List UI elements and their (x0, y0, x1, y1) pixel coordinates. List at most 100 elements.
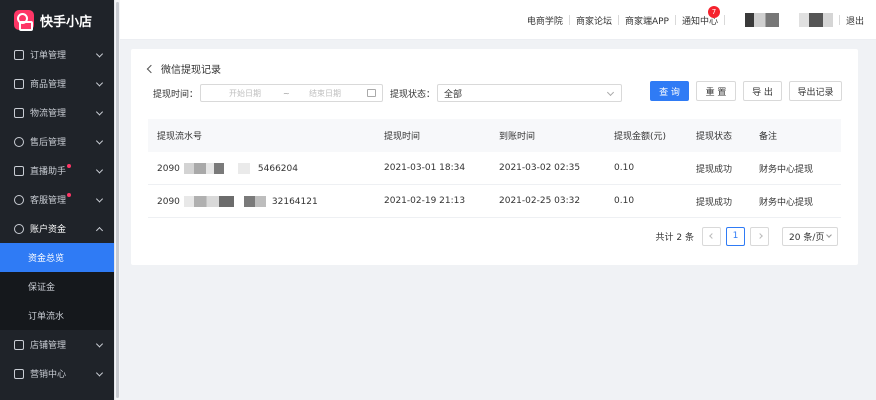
withdraw-time-cell: 2021-03-01 18:34 (384, 163, 466, 173)
next-page-button[interactable] (750, 226, 769, 246)
sidebar: 快手小店 订单管理 商品管理 物流管理 售后管理 直播助手 客服管理 账户资金 (0, 0, 114, 400)
back-arrow-icon[interactable] (146, 64, 156, 73)
product-icon (14, 78, 24, 89)
order-icon (14, 49, 24, 60)
sidebar-item-label: 营销中心 (30, 370, 67, 380)
column-header: 提现时间 (384, 132, 421, 142)
redacted-serial (237, 162, 250, 174)
export-records-button[interactable]: 导出记录 (789, 81, 842, 101)
end-date-input[interactable]: 结束日期 (309, 88, 341, 99)
status-cell: 提现成功 (696, 164, 733, 175)
new-dot-badge (67, 192, 72, 197)
new-dot-badge (67, 163, 72, 168)
yen-icon (14, 223, 24, 234)
page-number-button[interactable]: 1 (726, 226, 745, 246)
serial-prefix: 2090 (157, 196, 180, 207)
app-logo[interactable]: 快手小店 (0, 0, 114, 40)
chevron-down-icon (95, 78, 104, 87)
sidebar-item-after-sales[interactable]: 售后管理 (0, 127, 114, 156)
sidebar-item-live-assistant[interactable]: 直播助手 (0, 156, 114, 185)
sidebar-item-products[interactable]: 商品管理 (0, 69, 114, 98)
sidebar-item-label: 订单管理 (30, 51, 67, 61)
withdrawal-records-card: 微信提现记录 提现时间： 开始日期 ~ 结束日期 提现状态： 全部 查 询 重 … (131, 49, 858, 265)
sidebar-item-deposit[interactable]: 保证金 (0, 272, 114, 301)
sidebar-item-label: 直播助手 (30, 167, 67, 177)
column-header: 到账时间 (499, 132, 536, 142)
link-merchant-app[interactable]: 商家端APP (625, 14, 669, 27)
link-notifications[interactable]: 通知中心 7 (681, 5, 720, 27)
sidebar-item-marketing[interactable]: 营销中心 (0, 359, 114, 388)
sidebar-item-orders[interactable]: 订单管理 (0, 40, 114, 69)
arrival-time-cell: 2021-03-02 02:35 (499, 163, 581, 173)
redacted-avatar[interactable] (744, 13, 779, 27)
page-title: 微信提现记录 (146, 61, 221, 76)
sidebar-scrollbar[interactable] (114, 0, 120, 400)
note-cell: 财务中心提现 (759, 197, 814, 208)
sidebar-item-label: 账户资金 (30, 225, 67, 235)
prev-page-button[interactable] (702, 226, 721, 246)
sidebar-item-label: 商品管理 (30, 80, 67, 90)
chevron-down-icon (606, 88, 615, 97)
date-range-picker[interactable]: 开始日期 ~ 结束日期 (200, 84, 384, 102)
serial-cell: 2090 5466204 (148, 162, 384, 174)
chevron-up-icon (95, 226, 104, 234)
reset-button[interactable]: 重 置 (696, 81, 736, 101)
serial-prefix: 2090 (157, 163, 180, 174)
status-filter-label: 提现状态： (390, 89, 436, 100)
scrollbar-thumb[interactable] (116, 2, 119, 398)
monitor-icon (14, 368, 24, 379)
kuaishou-logo-icon (14, 10, 34, 31)
redacted-username[interactable] (798, 13, 833, 27)
sidebar-item-label: 保证金 (28, 283, 56, 293)
link-ecommerce-academy[interactable]: 电商学院 (527, 14, 563, 27)
status-select[interactable]: 全部 (437, 84, 623, 102)
logout-link[interactable]: 退出 (846, 14, 864, 27)
status-cell: 提现成功 (696, 197, 733, 208)
chevron-down-icon (826, 231, 832, 238)
chevron-down-icon (95, 368, 104, 377)
chevron-down-icon (95, 165, 104, 174)
header-links: 电商学院 商家论坛 商家端APP 通知中心 7 退出 (527, 0, 864, 40)
shield-icon (14, 136, 24, 147)
chevron-down-icon (95, 136, 104, 145)
sidebar-item-label: 物流管理 (30, 109, 67, 119)
query-button[interactable]: 查 询 (650, 81, 689, 101)
sidebar-item-label: 售后管理 (30, 138, 67, 148)
notification-badge: 7 (707, 5, 720, 18)
top-header: 电商学院 商家论坛 商家端APP 通知中心 7 退出 (120, 0, 876, 40)
withdrawal-table: 提现流水号 提现时间 到账时间 提现金额(元) 提现状态 备注 2090 5466… (148, 119, 841, 218)
redacted-serial (183, 162, 224, 174)
filter-bar: 提现时间： 开始日期 ~ 结束日期 提现状态： 全部 (153, 84, 623, 102)
amount-cell: 0.10 (614, 163, 635, 173)
page-size-value: 20 条/页 (789, 232, 825, 243)
total-count: 共计 2 条 (655, 232, 694, 243)
status-select-value: 全部 (444, 89, 463, 100)
sidebar-item-store-management[interactable]: 店铺管理 (0, 330, 114, 359)
chevron-down-icon (95, 107, 104, 116)
sidebar-item-logistics[interactable]: 物流管理 (0, 98, 114, 127)
time-filter-label: 提现时间： (153, 89, 199, 100)
sidebar-item-funds-overview[interactable]: 资金总览 (0, 243, 114, 272)
start-date-input[interactable]: 开始日期 (229, 88, 261, 99)
sidebar-item-account-funds[interactable]: 账户资金 (0, 214, 114, 243)
amount-cell: 0.10 (614, 196, 635, 206)
link-merchant-forum[interactable]: 商家论坛 (576, 14, 612, 27)
sidebar-item-label: 店铺管理 (30, 341, 67, 351)
notification-label: 通知中心 (681, 16, 718, 27)
page-size-select[interactable]: 20 条/页 (782, 226, 838, 246)
column-header: 提现流水号 (157, 132, 203, 142)
sidebar-item-order-flow[interactable]: 订单流水 (0, 301, 114, 330)
redacted-serial (243, 195, 266, 207)
truck-icon (14, 107, 24, 118)
export-button[interactable]: 导 出 (743, 81, 782, 101)
calendar-icon (367, 89, 377, 97)
chevron-down-icon (95, 339, 104, 348)
sidebar-item-label: 订单流水 (28, 312, 65, 322)
column-header: 提现状态 (696, 132, 733, 142)
sidebar-item-label: 客服管理 (30, 196, 67, 206)
serial-suffix: 32164121 (271, 196, 318, 207)
column-header: 备注 (759, 132, 778, 142)
chevron-down-icon (95, 49, 104, 58)
headset-icon (14, 194, 24, 205)
sidebar-item-customer-service[interactable]: 客服管理 (0, 185, 114, 214)
